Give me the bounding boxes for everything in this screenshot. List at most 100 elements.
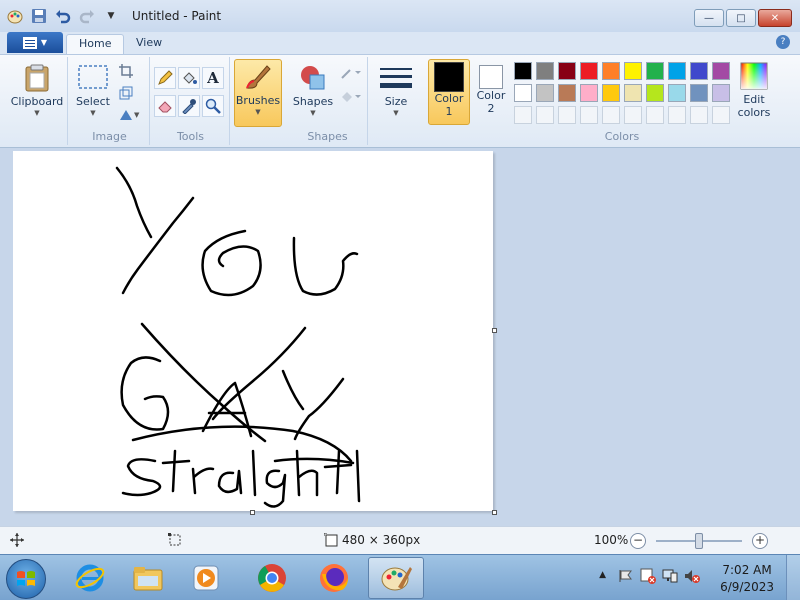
minimize-button[interactable]: — bbox=[694, 9, 724, 27]
pencil-tool[interactable] bbox=[154, 67, 176, 89]
palette-swatch[interactable] bbox=[602, 84, 620, 102]
palette-swatch[interactable] bbox=[712, 84, 730, 102]
save-icon[interactable] bbox=[30, 7, 48, 25]
redo-icon[interactable] bbox=[78, 7, 96, 25]
undo-icon[interactable] bbox=[54, 7, 72, 25]
custom-color-slot[interactable] bbox=[690, 106, 708, 124]
folder-icon bbox=[133, 567, 163, 591]
custom-color-slot[interactable] bbox=[668, 106, 686, 124]
custom-color-slot[interactable] bbox=[580, 106, 598, 124]
palette-swatch[interactable] bbox=[514, 62, 532, 80]
color1-swatch bbox=[434, 62, 464, 92]
customize-toolbar-icon[interactable]: ▼ bbox=[102, 7, 120, 25]
network-icon[interactable] bbox=[662, 568, 678, 587]
line-size-icon bbox=[379, 61, 413, 95]
close-button[interactable]: ✕ bbox=[758, 9, 792, 27]
quick-access-toolbar: ▼ bbox=[6, 7, 120, 25]
custom-color-slot[interactable] bbox=[646, 106, 664, 124]
custom-color-slot[interactable] bbox=[602, 106, 620, 124]
paint-menu-button[interactable]: ▼ bbox=[7, 32, 63, 53]
palette-swatch[interactable] bbox=[712, 62, 730, 80]
text-tool[interactable]: A bbox=[202, 67, 224, 89]
palette-swatch[interactable] bbox=[536, 62, 554, 80]
paint-app-icon[interactable] bbox=[6, 7, 24, 25]
taskbar-paint[interactable] bbox=[368, 557, 424, 599]
palette-swatch[interactable] bbox=[690, 62, 708, 80]
color1-button[interactable]: Color 1 bbox=[428, 59, 470, 125]
help-icon[interactable]: ? bbox=[776, 35, 790, 49]
maximize-button[interactable]: □ bbox=[726, 9, 756, 27]
palette-swatch[interactable] bbox=[624, 84, 642, 102]
flag-warning-icon[interactable] bbox=[640, 568, 656, 587]
fill-tool[interactable] bbox=[178, 67, 200, 89]
show-desktop-button[interactable] bbox=[786, 555, 800, 600]
zoom-out-button[interactable]: − bbox=[630, 533, 646, 549]
palette-swatch[interactable] bbox=[514, 84, 532, 102]
color2-button[interactable]: Color 2 bbox=[472, 59, 510, 125]
color2-label: Color bbox=[476, 89, 506, 102]
taskbar-chrome[interactable] bbox=[244, 557, 300, 599]
custom-color-slot[interactable] bbox=[624, 106, 642, 124]
resize-handle-bottom[interactable] bbox=[250, 510, 255, 515]
tab-home[interactable]: Home bbox=[66, 34, 125, 54]
clipboard-label: Clipboard bbox=[10, 95, 64, 108]
eraser-tool[interactable] bbox=[154, 95, 176, 117]
zoom-slider-thumb[interactable] bbox=[695, 533, 703, 549]
zoom-in-button[interactable]: + bbox=[752, 533, 768, 549]
custom-color-slot[interactable] bbox=[514, 106, 532, 124]
palette-swatch[interactable] bbox=[690, 84, 708, 102]
volume-muted-icon[interactable] bbox=[684, 568, 700, 587]
shapes-button[interactable]: Shapes ▼ bbox=[290, 61, 336, 133]
clipboard-button[interactable]: Clipboard ▼ bbox=[10, 61, 64, 133]
clock-date: 6/9/2023 bbox=[720, 580, 774, 594]
drawing-canvas[interactable] bbox=[13, 151, 493, 511]
start-button[interactable] bbox=[6, 559, 46, 599]
palette-swatch[interactable] bbox=[580, 84, 598, 102]
eraser-icon bbox=[158, 101, 172, 113]
brushes-button[interactable]: Brushes ▼ bbox=[234, 59, 282, 127]
outline-icon[interactable] bbox=[338, 63, 364, 83]
taskbar-firefox[interactable] bbox=[306, 557, 362, 599]
show-hidden-icons-icon[interactable]: ▲ bbox=[599, 570, 606, 580]
shapes-group: Shapes ▼ Shapes bbox=[288, 57, 368, 145]
resize-handle-right[interactable] bbox=[492, 328, 497, 333]
palette-swatch[interactable] bbox=[558, 84, 576, 102]
taskbar-internet-explorer[interactable] bbox=[62, 557, 118, 599]
fill-icon[interactable] bbox=[338, 87, 364, 107]
resize-handle-corner[interactable] bbox=[492, 510, 497, 515]
tab-view[interactable]: View bbox=[124, 34, 174, 54]
taskbar-file-explorer[interactable] bbox=[120, 557, 176, 599]
custom-color-slot[interactable] bbox=[536, 106, 554, 124]
status-bar: 480 × 360px 100% − + bbox=[0, 526, 800, 554]
palette-swatch[interactable] bbox=[646, 84, 664, 102]
custom-color-slot[interactable] bbox=[712, 106, 730, 124]
title-bar: ▼ Untitled - Paint — □ ✕ bbox=[0, 0, 800, 32]
rotate-icon[interactable] bbox=[116, 105, 136, 125]
clock-time: 7:02 AM bbox=[722, 563, 772, 577]
palette-swatch[interactable] bbox=[646, 62, 664, 80]
edit-colors-button[interactable]: Edit colors bbox=[734, 59, 774, 129]
crop-icon[interactable] bbox=[116, 61, 136, 81]
size-button[interactable]: Size ▼ bbox=[376, 61, 416, 133]
palette-row-2 bbox=[514, 84, 734, 104]
canvas-workspace bbox=[0, 148, 800, 526]
magnifier-tool[interactable] bbox=[202, 95, 224, 117]
resize-icon[interactable] bbox=[116, 83, 136, 103]
palette-swatch[interactable] bbox=[668, 84, 686, 102]
select-button[interactable]: Select ▼ bbox=[72, 61, 114, 133]
palette-swatch[interactable] bbox=[668, 62, 686, 80]
action-center-icon[interactable] bbox=[618, 568, 634, 587]
taskbar-media-player[interactable] bbox=[178, 557, 234, 599]
palette-swatch[interactable] bbox=[602, 62, 620, 80]
cursor-position bbox=[10, 533, 24, 547]
palette-row-1 bbox=[514, 62, 734, 82]
clock[interactable]: 7:02 AM 6/9/2023 bbox=[720, 562, 774, 596]
custom-color-slot[interactable] bbox=[558, 106, 576, 124]
palette-swatch[interactable] bbox=[558, 62, 576, 80]
palette-swatch[interactable] bbox=[624, 62, 642, 80]
color-picker-tool[interactable] bbox=[178, 95, 200, 117]
chevron-down-icon: ▼ bbox=[393, 109, 399, 117]
palette-swatch[interactable] bbox=[580, 62, 598, 80]
palette-swatch[interactable] bbox=[536, 84, 554, 102]
chevron-down-icon: ▼ bbox=[34, 109, 40, 117]
